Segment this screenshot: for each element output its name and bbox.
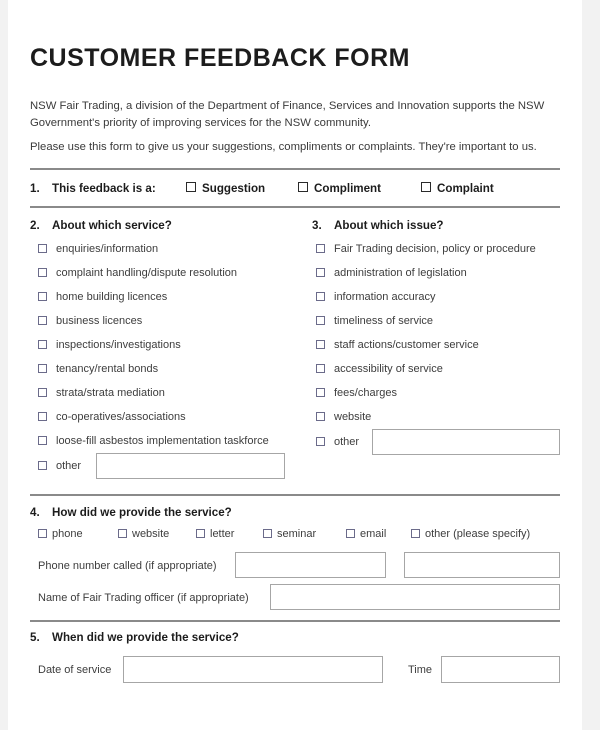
label-inspections-investigations: inspections/investigations <box>56 339 181 351</box>
officer-name-label: Name of Fair Trading officer (if appropr… <box>38 592 249 604</box>
question-5-number: 5. <box>30 631 40 644</box>
checkbox-service-other[interactable] <box>38 461 47 470</box>
phone-number-input[interactable] <box>235 552 386 578</box>
label-fees-charges: fees/charges <box>334 387 397 399</box>
channel-other-specify-input[interactable] <box>404 552 560 578</box>
checkbox-complaint-handling[interactable] <box>38 268 47 277</box>
question-1-title: This feedback is a: <box>52 182 156 195</box>
question-5-title: When did we provide the service? <box>52 631 239 644</box>
checkbox-channel-letter[interactable] <box>196 529 205 538</box>
checkbox-strata-mediation[interactable] <box>38 388 47 397</box>
divider-below-question-1 <box>30 206 560 208</box>
label-channel-email: email <box>360 528 387 540</box>
phone-number-label: Phone number called (if appropriate) <box>38 560 217 572</box>
checkbox-information-accuracy[interactable] <box>316 292 325 301</box>
checkbox-home-building-licences[interactable] <box>38 292 47 301</box>
label-channel-phone: phone <box>52 528 83 540</box>
intro-paragraph-2: Please use this form to give us your sug… <box>30 141 537 153</box>
label-issue-other: other <box>334 436 360 448</box>
question-1-number: 1. <box>30 182 40 195</box>
checkbox-channel-website[interactable] <box>118 529 127 538</box>
divider-above-question-5 <box>30 620 560 622</box>
label-accessibility-of-service: accessibility of service <box>334 363 443 375</box>
checkbox-co-operatives-associations[interactable] <box>38 412 47 421</box>
question-2-title: About which service? <box>52 219 172 232</box>
label-service-other: other <box>56 460 82 472</box>
page-title: CUSTOMER FEEDBACK FORM <box>30 44 410 72</box>
form-page: CUSTOMER FEEDBACK FORM NSW Fair Trading,… <box>8 0 582 730</box>
question-4-number: 4. <box>30 506 40 519</box>
service-other-input[interactable] <box>96 453 285 479</box>
checkbox-fair-trading-decision[interactable] <box>316 244 325 253</box>
checkbox-channel-seminar[interactable] <box>263 529 272 538</box>
question-4-title: How did we provide the service? <box>52 506 232 519</box>
checkbox-accessibility-of-service[interactable] <box>316 364 325 373</box>
time-label: Time <box>408 664 433 676</box>
label-strata-mediation: strata/strata mediation <box>56 387 165 399</box>
label-information-accuracy: information accuracy <box>334 291 436 303</box>
divider-above-question-4 <box>30 494 560 496</box>
label-channel-letter: letter <box>210 528 235 540</box>
label-enquiries-information: enquiries/information <box>56 243 159 255</box>
intro-paragraph-1: NSW Fair Trading, a division of the Depa… <box>30 100 545 129</box>
checkbox-issue-other[interactable] <box>316 437 325 446</box>
checkbox-channel-phone[interactable] <box>38 529 47 538</box>
label-complaint: Complaint <box>437 182 494 195</box>
checkbox-compliment[interactable] <box>298 182 308 192</box>
label-website-issue: website <box>334 411 372 423</box>
label-channel-seminar: seminar <box>277 528 317 540</box>
checkbox-business-licences[interactable] <box>38 316 47 325</box>
label-fair-trading-decision: Fair Trading decision, policy or procedu… <box>334 243 536 255</box>
label-compliment: Compliment <box>314 182 381 195</box>
label-channel-website: website <box>132 528 170 540</box>
question-3-number: 3. <box>312 219 322 232</box>
checkbox-channel-other[interactable] <box>411 529 420 538</box>
label-complaint-handling: complaint handling/dispute resolution <box>56 267 238 279</box>
divider-above-question-1 <box>30 168 560 170</box>
date-of-service-label: Date of service <box>38 664 112 676</box>
label-administration-of-legislation: administration of legislation <box>334 267 467 279</box>
time-input[interactable] <box>441 656 560 683</box>
checkbox-administration-of-legislation[interactable] <box>316 268 325 277</box>
checkbox-website-issue[interactable] <box>316 412 325 421</box>
officer-name-input[interactable] <box>270 584 560 610</box>
checkbox-loose-fill-asbestos[interactable] <box>38 436 47 445</box>
label-business-licences: business licences <box>56 315 143 327</box>
label-suggestion: Suggestion <box>202 182 266 195</box>
label-staff-actions: staff actions/customer service <box>334 339 479 351</box>
checkbox-suggestion[interactable] <box>186 182 196 192</box>
checkbox-timeliness-of-service[interactable] <box>316 316 325 325</box>
checkbox-complaint[interactable] <box>421 182 431 192</box>
label-loose-fill-asbestos: loose-fill asbestos implementation taskf… <box>56 435 269 447</box>
label-channel-other: other (please specify) <box>425 528 531 540</box>
label-co-operatives-associations: co-operatives/associations <box>56 411 186 423</box>
issue-other-input[interactable] <box>372 429 560 455</box>
checkbox-inspections-investigations[interactable] <box>38 340 47 349</box>
checkbox-fees-charges[interactable] <box>316 388 325 397</box>
checkbox-staff-actions[interactable] <box>316 340 325 349</box>
checkbox-tenancy-rental-bonds[interactable] <box>38 364 47 373</box>
label-home-building-licences: home building licences <box>56 291 168 303</box>
label-timeliness-of-service: timeliness of service <box>334 315 434 327</box>
checkbox-channel-email[interactable] <box>346 529 355 538</box>
date-of-service-input[interactable] <box>123 656 383 683</box>
checkbox-enquiries-information[interactable] <box>38 244 47 253</box>
label-tenancy-rental-bonds: tenancy/rental bonds <box>56 363 159 375</box>
question-3-title: About which issue? <box>334 219 444 232</box>
question-2-number: 2. <box>30 219 40 232</box>
